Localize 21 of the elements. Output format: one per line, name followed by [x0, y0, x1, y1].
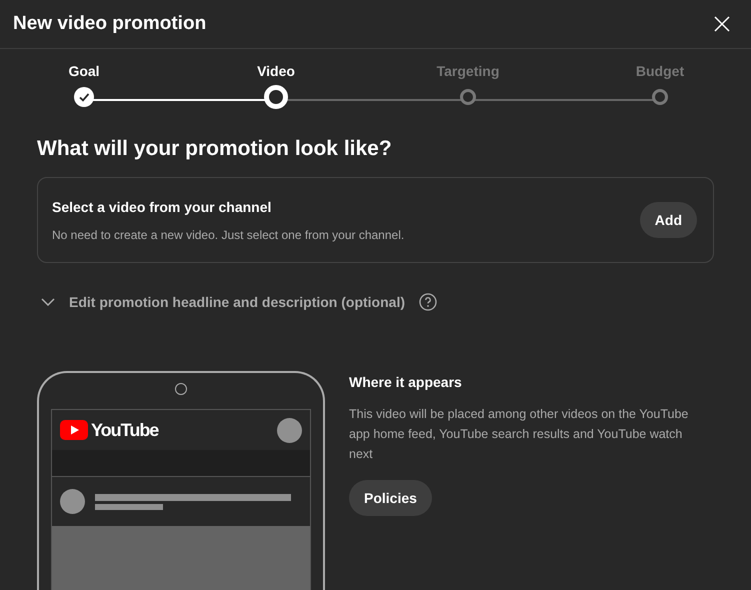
close-icon[interactable] [713, 15, 731, 33]
card-title: Select a video from your channel [52, 198, 272, 214]
policies-button[interactable]: Policies [349, 480, 432, 516]
logo-text: YouTube [91, 420, 158, 440]
section-heading: What will your promotion look like? [37, 137, 393, 161]
step-label: Targeting [436, 63, 500, 79]
avatar-placeholder [60, 489, 85, 514]
preview-title: Where it appears [349, 374, 463, 390]
camera-icon [175, 383, 187, 395]
add-button[interactable]: Add [640, 202, 697, 238]
card-description: No need to create a new video. Just select one from your channel. [52, 228, 404, 242]
chevron-down-icon[interactable] [41, 298, 55, 306]
dialog-title: New video promotion [13, 13, 206, 35]
preview-description: This video will be placed among other videos on the YouTube app home feed, YouTube search results and YouTube watch next [349, 406, 690, 463]
step-label: Goal [68, 63, 100, 79]
help-icon[interactable] [419, 293, 437, 311]
play-logo-icon [60, 420, 88, 440]
expander-label[interactable]: Edit promotion headline and description (optional) [69, 294, 405, 310]
step-label: Budget [636, 63, 684, 79]
step-label: Video [257, 63, 295, 79]
avatar-placeholder [277, 418, 302, 442]
